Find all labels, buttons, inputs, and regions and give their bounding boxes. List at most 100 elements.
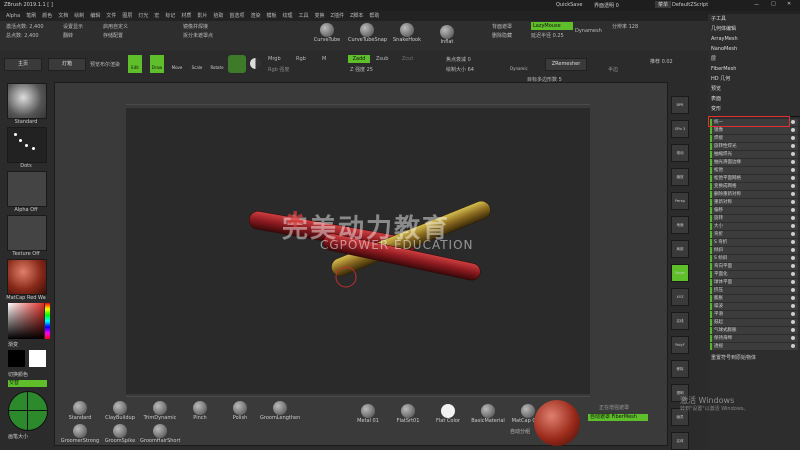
deform-toggle-icon[interactable]	[791, 216, 795, 220]
bottom-material[interactable]: BasicMaterial	[468, 404, 508, 424]
alternate-toggle[interactable]: 交替	[8, 380, 47, 387]
zadd-button[interactable]: Zadd	[348, 55, 370, 63]
brush-inflat[interactable]: Inflat	[434, 25, 460, 45]
right-shelf-button[interactable]: 移除	[671, 360, 689, 378]
deform-slider[interactable]: 球体平面	[710, 279, 798, 286]
deform-toggle-icon[interactable]	[791, 192, 795, 196]
palette-item[interactable]: 层	[708, 54, 800, 64]
deform-slider[interactable]: 抽光滑面边缘	[710, 159, 798, 166]
focal-shift-slider[interactable]: 焦点衰减 0	[446, 56, 471, 63]
right-shelf-button[interactable]: 地面	[671, 216, 689, 234]
deform-slider[interactable]: 平面化	[710, 271, 798, 278]
palette-item[interactable]: 变形	[708, 104, 800, 114]
deform-toggle-icon[interactable]	[791, 344, 795, 348]
deform-slider[interactable]: 倾斜	[710, 247, 798, 254]
zsub-button[interactable]: Zsub	[376, 56, 388, 62]
palette-item[interactable]: 表面	[708, 94, 800, 104]
delete-hidden-button[interactable]: 删除隐藏	[492, 32, 512, 39]
zcut-button[interactable]: Zcut	[402, 56, 413, 62]
menu-item[interactable]: 灯光	[138, 11, 148, 21]
maximize-icon[interactable]: □	[771, 1, 776, 7]
matcap-preview-sphere[interactable]	[534, 400, 580, 446]
menu-item[interactable]: 图层	[122, 11, 132, 21]
lightbox-button[interactable]: 灯箱	[48, 58, 86, 71]
deform-toggle-icon[interactable]	[791, 160, 795, 164]
deform-slider[interactable]: 弯折	[710, 231, 798, 238]
deform-toggle-icon[interactable]	[791, 296, 795, 300]
deform-toggle-icon[interactable]	[791, 312, 795, 316]
hue-bar[interactable]	[45, 303, 50, 339]
deform-slider[interactable]: S 倾斜	[710, 255, 798, 262]
palette-item[interactable]: FiberMesh	[708, 64, 800, 74]
right-shelf-button[interactable]: BPR	[671, 96, 689, 114]
rotate-button[interactable]: Rotate	[210, 55, 224, 73]
brush-curvetubesnap[interactable]: CurveTubeSnap	[348, 23, 387, 43]
menu-item[interactable]: 影片	[197, 11, 207, 21]
smooth-slider[interactable]: 推荐 0.02	[650, 58, 673, 65]
draw-size-slider[interactable]: 绘制大小 64	[446, 66, 474, 73]
preview-bpr-label[interactable]: 预览布尔渲染	[90, 61, 120, 68]
menu-toggle[interactable]: 菜单	[655, 1, 672, 8]
deform-toggle-icon[interactable]	[791, 272, 795, 276]
stroke-dots-thumb[interactable]	[7, 127, 47, 163]
z-intensity-slider[interactable]: Z 强度 25	[350, 66, 373, 73]
brush-snakehook[interactable]: SnakeHook	[392, 23, 422, 43]
interface-transparency[interactable]: 界面透明 0	[594, 2, 619, 9]
secondary-color-swatch[interactable]	[29, 350, 46, 367]
menu-item[interactable]: 标记	[165, 11, 175, 21]
deform-toggle-icon[interactable]	[791, 232, 795, 236]
right-shelf-button[interactable]: Persp	[671, 192, 689, 210]
deform-slider[interactable]: 平滑	[710, 311, 798, 318]
menu-item[interactable]: 帮助	[369, 11, 379, 21]
right-shelf-button[interactable]: Move	[671, 264, 689, 282]
dynamic-button[interactable]: Dynamic	[510, 66, 528, 71]
deform-toggle-icon[interactable]	[791, 176, 795, 180]
menu-item[interactable]: 渲染	[250, 11, 260, 21]
deform-slider[interactable]: 膨胀	[710, 295, 798, 302]
auto-mask-fibermesh[interactable]: 自动遮罩 FiberMesh	[588, 414, 648, 421]
menu-item[interactable]: 文档	[58, 11, 68, 21]
zremesher-button[interactable]: ZRemesher	[545, 58, 587, 71]
deform-toggle-icon[interactable]	[791, 208, 795, 212]
bottom-brush[interactable]: ClayBuildup	[100, 401, 140, 421]
deform-toggle-icon[interactable]	[791, 200, 795, 204]
deform-slider[interactable]: 变换成网格	[710, 183, 798, 190]
deform-toggle-icon[interactable]	[791, 144, 795, 148]
menu-item[interactable]: 拾取	[213, 11, 223, 21]
bottom-material[interactable]: FlatSrt01	[388, 404, 428, 424]
lazymouse-button[interactable]: LazyMouse	[531, 22, 573, 30]
right-shelf-button[interactable]: SPix 3	[671, 120, 689, 138]
deform-slider[interactable]: 气球式膨胀	[710, 327, 798, 334]
color-picker[interactable]	[8, 303, 50, 339]
deform-slider[interactable]: 偏移	[710, 207, 798, 214]
deform-slider[interactable]: 松弛平面网格	[710, 175, 798, 182]
right-shelf-button[interactable]: 缩放	[671, 168, 689, 186]
draw-button[interactable]: Draw	[150, 55, 164, 73]
right-shelf-button[interactable]: XYZ	[671, 288, 689, 306]
deform-toggle-icon[interactable]	[791, 328, 795, 332]
rgb-intensity-slider[interactable]: Rgb 强度	[268, 66, 289, 73]
bottom-brush[interactable]: GroomHairShort	[140, 424, 181, 444]
deform-toggle-icon[interactable]	[791, 248, 795, 252]
menu-item[interactable]: Z脚本	[350, 11, 363, 21]
menu-item[interactable]: 编辑	[90, 11, 100, 21]
deform-toggle-icon[interactable]	[791, 264, 795, 268]
half-button[interactable]: 半边	[608, 66, 618, 73]
resolution-slider[interactable]: 分辨率 128	[612, 23, 638, 30]
menu-item[interactable]: 绘制	[74, 11, 84, 21]
deform-toggle-icon[interactable]	[791, 240, 795, 244]
deform-toggle-icon[interactable]	[791, 184, 795, 188]
deform-slider[interactable]: 焊接	[710, 135, 798, 142]
palette-item[interactable]: NanoMesh	[708, 44, 800, 54]
bottom-brush[interactable]: GroomLengthen	[260, 401, 300, 421]
deform-slider[interactable]: 旋转	[710, 215, 798, 222]
deform-slider[interactable]: 镜像	[710, 127, 798, 134]
menu-item[interactable]: 模板	[266, 11, 276, 21]
menu-item[interactable]: 文件	[106, 11, 116, 21]
deform-toggle-icon[interactable]	[791, 120, 795, 124]
bottom-brush[interactable]: Standard	[60, 401, 100, 421]
deform-slider[interactable]: 重新对称	[710, 199, 798, 206]
rgb-button[interactable]: Rgb	[296, 56, 306, 62]
deform-slider[interactable]: S 弯折	[710, 239, 798, 246]
deform-slider[interactable]: 挤压	[710, 287, 798, 294]
